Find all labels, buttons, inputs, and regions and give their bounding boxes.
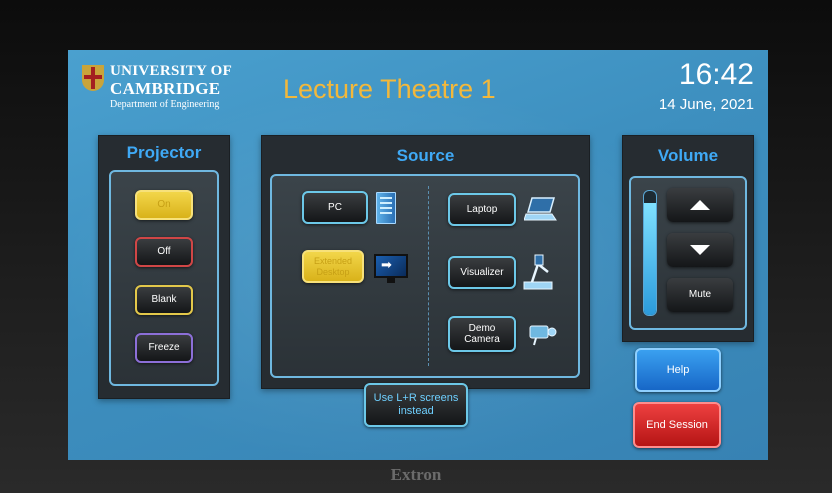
university-name-line1: UNIVERSITY OF bbox=[110, 63, 233, 79]
touch-screen: UNIVERSITY OF CAMBRIDGE Department of En… bbox=[68, 50, 768, 460]
projector-freeze-button[interactable]: Freeze bbox=[135, 333, 193, 363]
projector-blank-button[interactable]: Blank bbox=[135, 285, 193, 315]
end-session-button[interactable]: End Session bbox=[633, 402, 721, 448]
source-pc-button[interactable]: PC bbox=[302, 191, 368, 224]
source-laptop-button[interactable]: Laptop bbox=[448, 193, 516, 226]
projector-title: Projector bbox=[126, 143, 202, 162]
university-crest-icon bbox=[82, 65, 104, 91]
room-title: Lecture Theatre 1 bbox=[283, 74, 496, 104]
clock-date: 14 June, 2021 bbox=[658, 96, 754, 113]
source-demo-camera-button[interactable]: Demo Camera bbox=[448, 316, 516, 352]
mute-button[interactable]: Mute bbox=[667, 278, 733, 312]
volume-up-button[interactable] bbox=[667, 188, 733, 222]
volume-down-icon bbox=[690, 245, 710, 255]
projector-button-group: On Off Blank Freeze bbox=[109, 170, 219, 386]
projector-on-button[interactable]: On bbox=[135, 190, 193, 220]
source-divider bbox=[428, 186, 430, 366]
projector-panel: Projector On Off Blank Freeze bbox=[98, 135, 230, 399]
source-title: Source bbox=[396, 146, 455, 165]
extron-brand-logo: Extron bbox=[390, 465, 442, 484]
help-button[interactable]: Help bbox=[635, 348, 721, 392]
projector-off-button[interactable]: Off bbox=[135, 237, 193, 267]
source-panel: Source PC Extended Desktop ➡ Laptop Visu… bbox=[261, 135, 590, 389]
laptop-icon bbox=[524, 197, 557, 221]
volume-level-fill bbox=[644, 203, 656, 315]
pc-tower-icon bbox=[376, 192, 396, 224]
source-button-group: PC Extended Desktop ➡ Laptop Visualizer … bbox=[270, 174, 580, 378]
visualizer-icon bbox=[523, 254, 553, 290]
source-visualizer-button[interactable]: Visualizer bbox=[448, 256, 516, 289]
monitor-icon: ➡ bbox=[374, 254, 408, 283]
volume-title: Volume bbox=[657, 146, 719, 165]
volume-down-button[interactable] bbox=[667, 233, 733, 267]
arrow-right-icon: ➡ bbox=[381, 257, 392, 272]
volume-panel: Volume Mute bbox=[622, 135, 754, 342]
volume-level-bar bbox=[643, 190, 657, 316]
volume-up-icon bbox=[690, 200, 710, 210]
source-extended-desktop-button[interactable]: Extended Desktop bbox=[302, 250, 364, 283]
department-name: Department of Engineering bbox=[110, 99, 220, 110]
volume-control-group: Mute bbox=[629, 176, 747, 330]
use-lr-screens-button[interactable]: Use L+R screens instead bbox=[364, 383, 468, 427]
university-name-line2: CAMBRIDGE bbox=[110, 79, 221, 98]
clock-time: 16:42 bbox=[678, 58, 754, 91]
camera-icon bbox=[529, 325, 557, 346]
